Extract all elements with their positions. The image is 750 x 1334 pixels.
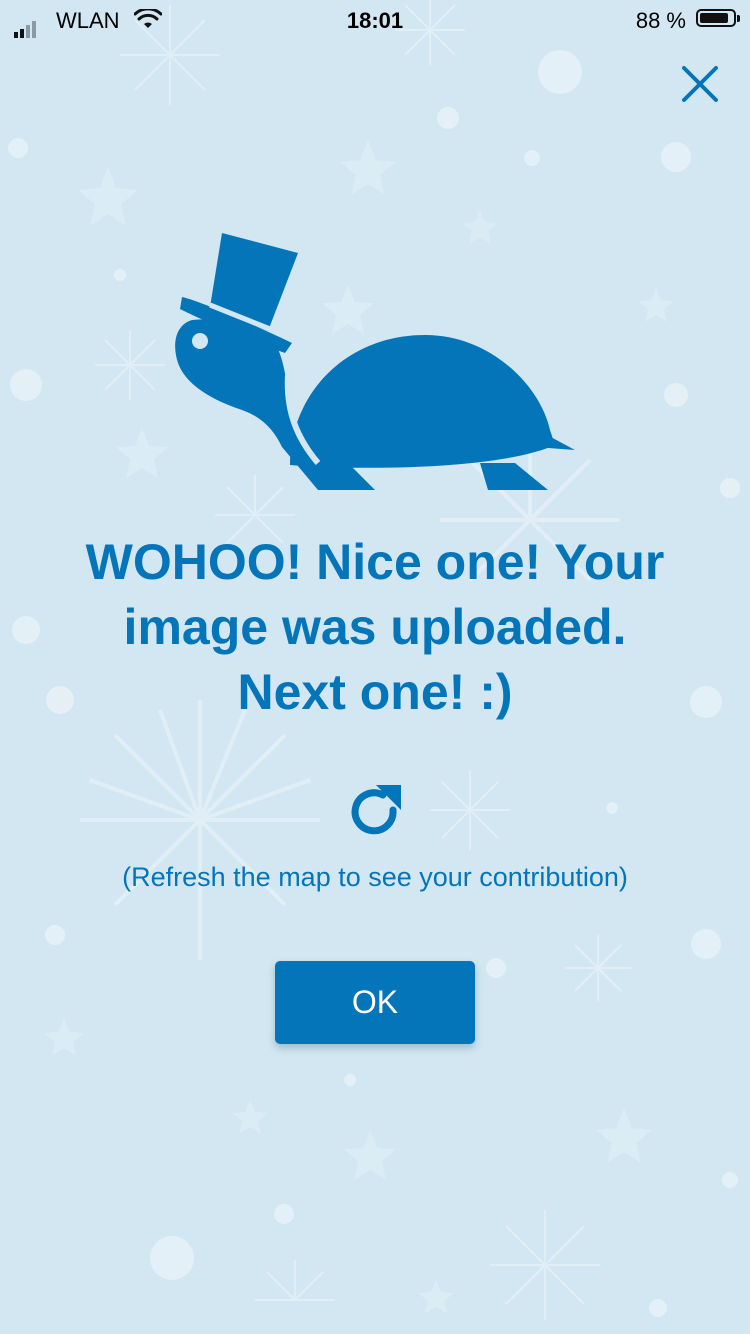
battery-percentage: 88 % xyxy=(635,8,686,33)
ok-button[interactable]: OK xyxy=(275,961,475,1044)
refresh-icon[interactable] xyxy=(343,780,407,844)
status-bar: WLAN 18:01 88 % xyxy=(0,0,750,40)
turtle-mascot-icon xyxy=(175,233,575,490)
headline-line: Next one! :) xyxy=(237,664,513,720)
headline-line: image was uploaded. xyxy=(123,599,627,655)
headline-line: WOHOO! Nice one! Your xyxy=(85,534,665,590)
refresh-hint: (Refresh the map to see your contributio… xyxy=(122,862,628,892)
close-icon[interactable] xyxy=(676,60,724,108)
battery-icon xyxy=(696,9,740,27)
success-headline: WOHOO! Nice one! Your image was uploaded… xyxy=(30,530,720,725)
